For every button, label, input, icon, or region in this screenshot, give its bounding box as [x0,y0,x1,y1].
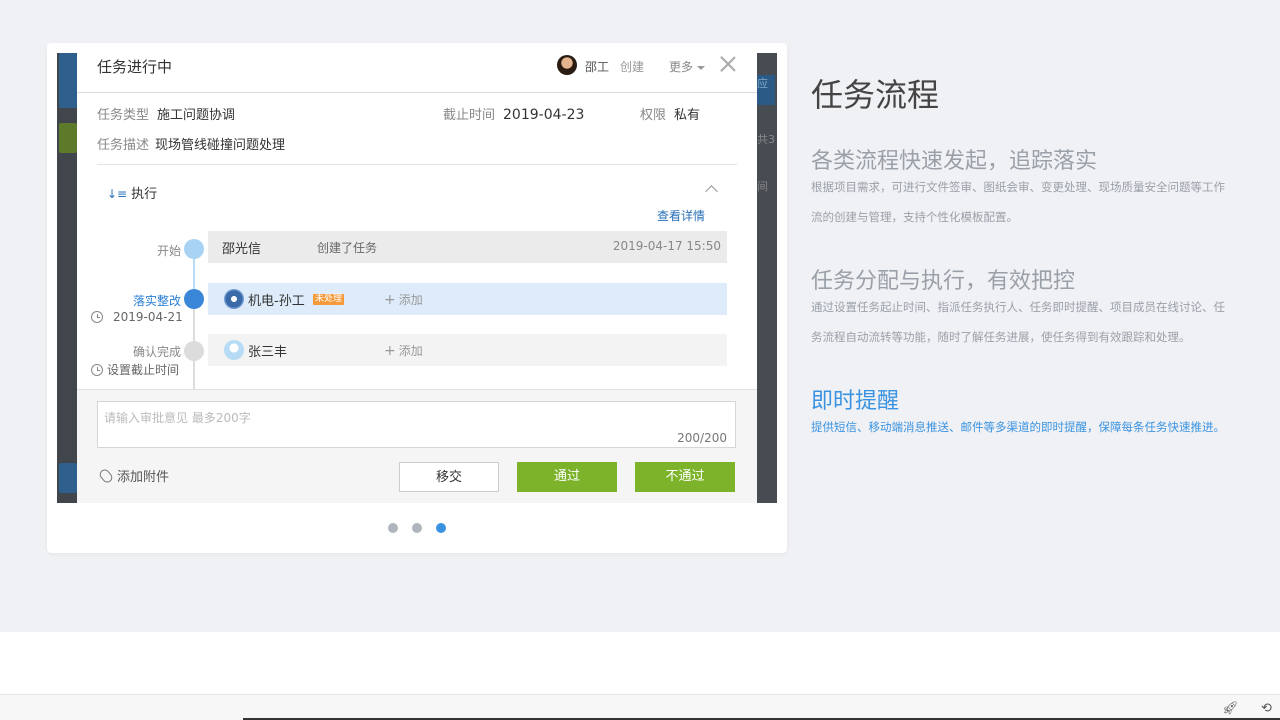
feature-title-2[interactable]: 任务分配与执行，有效把控 [811,263,1075,295]
feature-desc-3: 提供短信、移动端消息推送、邮件等多渠道的即时提醒，保障每条任务快速推进。 [811,420,1225,434]
page-bottom-area [0,632,1280,694]
add-label: 添加 [398,344,423,358]
creator-avatar [557,55,577,75]
permission-row: 权限 私有 [640,104,700,123]
bg-peek-text-2: 共3 [757,133,775,146]
background-right-strip: 应 共3 间 [755,53,777,503]
user-avatar-icon [224,340,244,360]
task-desc-row: 任务描述 现场管线碰撞问题处理 [97,134,285,153]
task-modal: 任务进行中 邵工 创建 更多 任务类型 施工问题协调 截止时间 2019-04-23… [77,53,757,503]
task-type-value: 施工问题协调 [157,108,236,123]
feature-title-3[interactable]: 即时提醒 [811,383,899,415]
reject-button[interactable]: 不通过 [635,462,735,492]
add-assignee-button[interactable]: + 添加 [384,291,423,308]
modal-title: 任务进行中 [97,58,173,76]
comment-input[interactable]: 请输入审批意见 最多200字 200/200 [97,401,736,448]
permission-label: 权限 [640,108,667,123]
step-confirm-label: 确认完成 [132,345,181,359]
deadline-row: 截止时间 2019-04-23 [443,104,584,123]
step-start-label: 开始 [156,244,181,258]
permission-value: 私有 [674,108,701,123]
plus-icon: + [384,292,396,308]
comment-char-count: 200/200 [677,431,727,445]
status-bar: 🚀︎ ⟲ [0,694,1280,720]
feature-desc-1-line1: 根据项目需求，可进行文件签审、图纸会审、变更处理、现场质量安全问题等工作 [811,180,1225,194]
more-label: 更多 [669,60,694,74]
creator-name: 邵工 [585,60,610,74]
step-rectify-node [184,289,204,309]
clock-icon [91,364,103,376]
sort-icon: ↓≡ [107,187,128,201]
step-rectify-date-text: 2019-04-21 [113,310,183,324]
caret-down-icon [697,65,706,70]
step-rectify-label: 落实整改 [132,294,181,308]
step-confirm-user: 张三丰 [248,345,288,360]
add-attachment-button[interactable]: 添加附件 [97,466,170,485]
modal-header: 任务进行中 邵工 创建 更多 [77,53,757,93]
approve-button[interactable]: 通过 [517,462,617,492]
background-left-strip [57,53,77,503]
step-start-action: 创建了任务 [317,241,378,255]
chevron-up-icon[interactable] [705,185,718,198]
step-rectify-row: 机电-孙工 未处理 + 添加 [208,283,727,315]
modal-footer: 请输入审批意见 最多200字 200/200 添加附件 移交 通过 不通过 [77,389,757,503]
step-confirm-row: 张三丰 + 添加 [208,334,727,366]
task-type-row: 任务类型 施工问题协调 [97,104,235,123]
carousel-dot[interactable] [412,523,422,533]
paperclip-icon [97,467,115,485]
set-deadline-text: 设置截止时间 [107,363,180,377]
task-type-label: 任务类型 [97,108,150,123]
assignee-avatar [224,289,244,309]
creator-action: 创建 [620,60,645,74]
carousel-dot[interactable] [436,523,446,533]
step-start-user: 邵光信 [222,242,262,257]
add-label: 添加 [398,293,423,307]
step-start-time: 2019-04-17 15:50 [612,239,721,253]
transfer-button[interactable]: 移交 [399,462,499,492]
deadline-label: 截止时间 [443,108,496,123]
refresh-icon[interactable]: ⟲ [1261,701,1272,716]
clock-icon [91,311,103,323]
add-attachment-label: 添加附件 [117,470,170,485]
step-start-row: 邵光信 创建了任务 2019-04-17 15:50 [208,231,727,263]
feature-desc-2-line2: 务流程自动流转等功能，随时了解任务进展，使任务得到有效跟踪和处理。 [811,330,1191,344]
carousel-dot[interactable] [388,523,398,533]
rocket-icon[interactable]: 🚀︎ [1222,701,1239,716]
step-rectify-date: 2019-04-21 [91,310,183,324]
bg-peek-text-1: 应 [757,75,775,105]
feature-desc-2-line1: 通过设置任务起止时间、指派任务执行人、任务即时提醒、项目成员在线讨论、任 [811,300,1225,314]
plus-icon: + [384,343,396,359]
execution-section-toggle[interactable]: ↓≡ 执行 [107,183,157,202]
header-divider [97,164,737,165]
status-badge: 未处理 [313,294,345,305]
deadline-value: 2019-04-23 [503,107,585,123]
view-detail-link[interactable]: 查看详情 [657,207,705,224]
bg-peek-text-3: 间 [757,180,768,193]
step-confirm-node [184,341,204,361]
feature-title-1[interactable]: 各类流程快速发起，追踪落实 [811,143,1097,175]
step-start-node [184,239,204,259]
task-desc-value: 现场管线碰撞问题处理 [155,138,286,153]
comment-placeholder: 请输入审批意见 最多200字 [104,411,251,425]
execution-section-title: 执行 [131,187,158,202]
close-icon[interactable] [719,55,737,73]
section-heading: 任务流程 [811,76,940,114]
task-desc-label: 任务描述 [97,138,150,153]
feature-desc-1-line2: 流的创建与管理，支持个性化模板配置。 [811,210,1018,224]
more-dropdown[interactable]: 更多 [669,58,706,75]
set-deadline-link[interactable]: 设置截止时间 [91,361,179,378]
step-rectify-user: 机电-孙工 [248,294,305,309]
add-assignee-button[interactable]: + 添加 [384,342,423,359]
